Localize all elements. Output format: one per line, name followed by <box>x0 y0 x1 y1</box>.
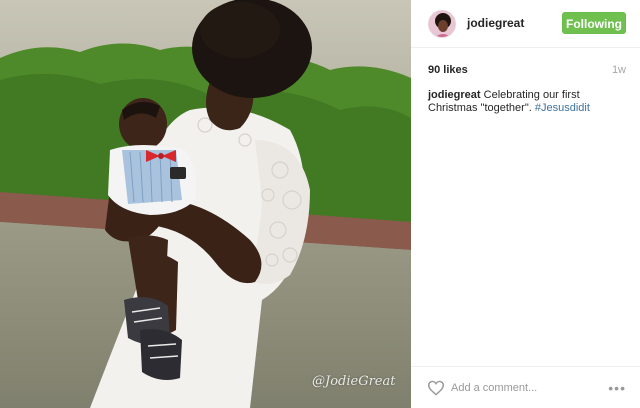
post-footer: Add a comment... ••• <box>411 366 640 408</box>
comment-input[interactable]: Add a comment... <box>451 382 537 394</box>
post-age[interactable]: 1w <box>612 64 626 76</box>
photo-illustration <box>0 0 411 408</box>
heart-icon[interactable] <box>427 380 445 396</box>
post-sidebar: jodiegreat Following 90 likes 1w jodiegr… <box>411 0 640 408</box>
avatar[interactable] <box>428 10 456 38</box>
post-photo[interactable]: @JodieGreat <box>0 0 411 408</box>
caption-username[interactable]: jodiegreat <box>428 89 481 101</box>
caption-hashtag[interactable]: #Jesusdidit <box>535 102 590 114</box>
photo-watermark: @JodieGreat <box>312 374 396 389</box>
post-header: jodiegreat Following <box>411 0 640 48</box>
post-caption: jodiegreat Celebrating our first Christm… <box>428 89 628 115</box>
more-options-icon[interactable]: ••• <box>608 380 626 396</box>
avatar-image <box>429 11 455 37</box>
username-link[interactable]: jodiegreat <box>467 16 524 30</box>
likes-count[interactable]: 90 likes <box>428 64 468 76</box>
following-button[interactable]: Following <box>562 12 626 34</box>
